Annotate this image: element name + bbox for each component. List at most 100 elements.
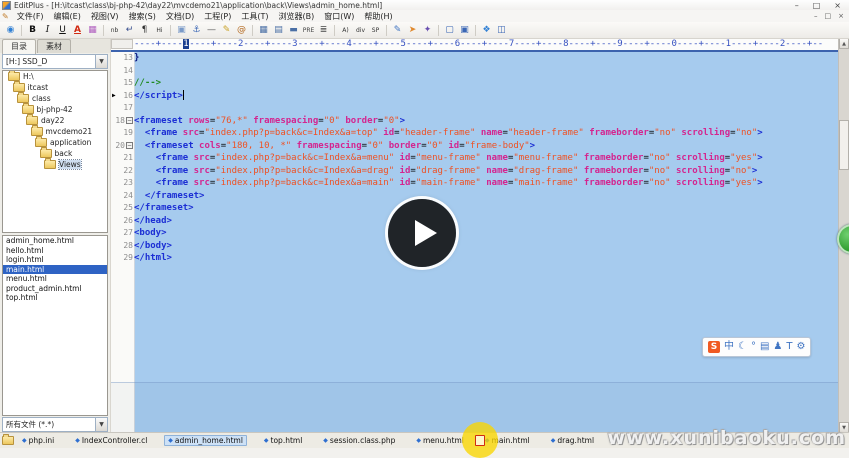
swoosh-icon[interactable]: ➤ <box>406 24 419 37</box>
tab-cliptext[interactable]: 素材 <box>37 39 71 53</box>
frame-view-icon[interactable]: ◫ <box>495 24 508 37</box>
underline-button[interactable]: U <box>56 24 69 37</box>
menu-item-10[interactable]: 帮助(H) <box>359 11 397 22</box>
code-line[interactable]: 21 <frame src="index.php?p=back&c=Index&… <box>111 152 849 165</box>
code-line[interactable]: 20– <frameset cols="180, 10, *" framespa… <box>111 140 849 153</box>
minimize-button[interactable]: – <box>795 1 799 10</box>
italic-button[interactable]: I <box>41 24 54 37</box>
editor-tab[interactable]: ◆admin_home.html <box>164 435 247 446</box>
editor-tab[interactable]: ◆session.class.php <box>319 435 399 446</box>
moon-icon[interactable]: ☾ <box>738 339 747 355</box>
tab-directory[interactable]: 目录 <box>2 39 36 54</box>
div-tag-button[interactable]: div <box>354 24 367 37</box>
file-item[interactable]: login.html <box>3 255 107 265</box>
browser-preview-icon[interactable]: ◉ <box>4 24 17 37</box>
code-line[interactable]: 15//--> <box>111 77 849 90</box>
file-item[interactable]: menu.html <box>3 274 107 284</box>
sogou-logo-icon[interactable]: S <box>708 341 720 353</box>
code-line[interactable]: 14 <box>111 65 849 78</box>
menu-item-4[interactable]: 搜索(S) <box>124 11 161 22</box>
code-line[interactable]: 24 </frameset> <box>111 190 849 203</box>
heading-button[interactable]: Hi <box>153 24 166 37</box>
mdi-minimize-button[interactable]: – <box>814 12 818 20</box>
code-line[interactable]: 13} <box>111 52 849 65</box>
editor-tab[interactable]: ◆top.html <box>260 435 306 446</box>
video-play-button[interactable] <box>388 199 456 267</box>
file-item[interactable]: top.html <box>3 293 107 303</box>
tree-item[interactable]: class <box>3 93 107 104</box>
code-line[interactable]: 18–<frameset rows="76,*" framespacing="0… <box>111 115 849 128</box>
menu-item-6[interactable]: 工程(P) <box>199 11 236 22</box>
font-tag-button[interactable]: A) <box>339 24 352 37</box>
code-line[interactable]: 25</frameset> <box>111 202 849 215</box>
menu-item-8[interactable]: 浏览器(B) <box>274 11 320 22</box>
font-color-button[interactable]: A <box>71 24 84 37</box>
fold-collapse-icon[interactable]: – <box>126 142 133 149</box>
chevron-down-icon[interactable]: ▼ <box>95 55 107 68</box>
window-split-icon[interactable]: ▢ <box>443 24 456 37</box>
editor-tab[interactable]: ◆php.ini <box>18 435 58 446</box>
window-panel-icon[interactable]: ▣ <box>458 24 471 37</box>
tree-item[interactable]: Views <box>3 159 107 170</box>
code-line[interactable]: 17 <box>111 102 849 115</box>
code-line[interactable]: 27<body> <box>111 227 849 240</box>
chinese-mode-icon[interactable]: 中 <box>724 339 734 355</box>
list-icon[interactable]: ≣ <box>317 24 330 37</box>
file-item[interactable]: main.html <box>3 265 107 275</box>
chevron-down-icon[interactable]: ▼ <box>95 418 107 431</box>
code-line[interactable]: 28</body> <box>111 240 849 253</box>
code-line[interactable]: ▶16</script> <box>111 90 849 103</box>
file-item[interactable]: product_admin.html <box>3 284 107 294</box>
menu-item-7[interactable]: 工具(T) <box>236 11 273 22</box>
scrollbar-thumb[interactable] <box>839 120 849 170</box>
mdi-restore-button[interactable]: □ <box>825 12 832 20</box>
drive-selector[interactable]: [H:] SSD_D ▼ <box>2 54 108 69</box>
keyboard-icon[interactable]: ▤ <box>760 339 769 355</box>
table-cell-icon[interactable]: ▤ <box>272 24 285 37</box>
menu-item-1[interactable]: 文件(F) <box>12 11 49 22</box>
tree-item[interactable]: mvcdemo21 <box>3 126 107 137</box>
wrench-icon[interactable]: ⚙ <box>797 339 806 355</box>
editor-pane[interactable]: ----+----1----+----2----+----3----+----4… <box>111 38 849 433</box>
menu-item-5[interactable]: 文档(D) <box>161 11 199 22</box>
file-item[interactable]: admin_home.html <box>3 236 107 246</box>
paragraph-button[interactable]: ¶ <box>138 24 151 37</box>
maximize-button[interactable]: □ <box>813 1 821 10</box>
code-line[interactable]: 26</head> <box>111 215 849 228</box>
anchor-icon[interactable]: ⚓ <box>190 24 203 37</box>
input-method-bar[interactable]: S中☾°▤♟T⚙ <box>702 337 811 357</box>
line-break-button[interactable]: ↵ <box>123 24 136 37</box>
punctuation-icon[interactable]: ° <box>751 339 756 355</box>
nbsp-button[interactable]: nb <box>108 24 121 37</box>
code-area[interactable]: 13}1415//-->▶16</script>1718–<frameset r… <box>111 52 849 433</box>
code-line[interactable]: 23 <frame src="index.php?p=back&c=Index&… <box>111 177 849 190</box>
code-line[interactable]: 22 <frame src="index.php?p=back&c=Index&… <box>111 165 849 178</box>
email-icon[interactable]: @ <box>235 24 248 37</box>
bold-button[interactable]: B <box>26 24 39 37</box>
editor-tab[interactable]: ◆menu.html <box>412 435 468 446</box>
scroll-up-arrow[interactable]: ▲ <box>839 38 849 49</box>
file-item[interactable]: hello.html <box>3 246 107 256</box>
tree-item[interactable]: day22 <box>3 115 107 126</box>
menu-item-3[interactable]: 视图(V) <box>86 11 124 22</box>
user-icon[interactable]: ♟ <box>773 339 782 355</box>
menu-item-2[interactable]: 编辑(E) <box>49 11 86 22</box>
close-button[interactable]: × <box>834 1 841 10</box>
wizard-icon[interactable]: ✦ <box>421 24 434 37</box>
image-icon[interactable]: ▣ <box>175 24 188 37</box>
windows-logo-icon[interactable]: ❖ <box>480 24 493 37</box>
code-line[interactable]: 19 <frame src="index.php?p=back&c=Index&… <box>111 127 849 140</box>
editor-tab[interactable]: ◆drag.html <box>547 435 598 446</box>
menu-item-9[interactable]: 窗口(W) <box>319 11 359 22</box>
tree-item[interactable]: back <box>3 148 107 159</box>
hr-icon[interactable]: — <box>205 24 218 37</box>
code-line[interactable]: 29</html> <box>111 252 849 265</box>
span-tag-button[interactable]: SP <box>369 24 382 37</box>
tree-item[interactable]: bj-php-42 <box>3 104 107 115</box>
tree-item[interactable]: application <box>3 137 107 148</box>
palette-icon[interactable]: ▦ <box>86 24 99 37</box>
table-icon[interactable]: ▦ <box>257 24 270 37</box>
table-row-icon[interactable]: ▬ <box>287 24 300 37</box>
pre-tag-button[interactable]: PRE <box>302 24 315 37</box>
file-filter-selector[interactable]: 所有文件 (*.*) ▼ <box>2 417 108 432</box>
